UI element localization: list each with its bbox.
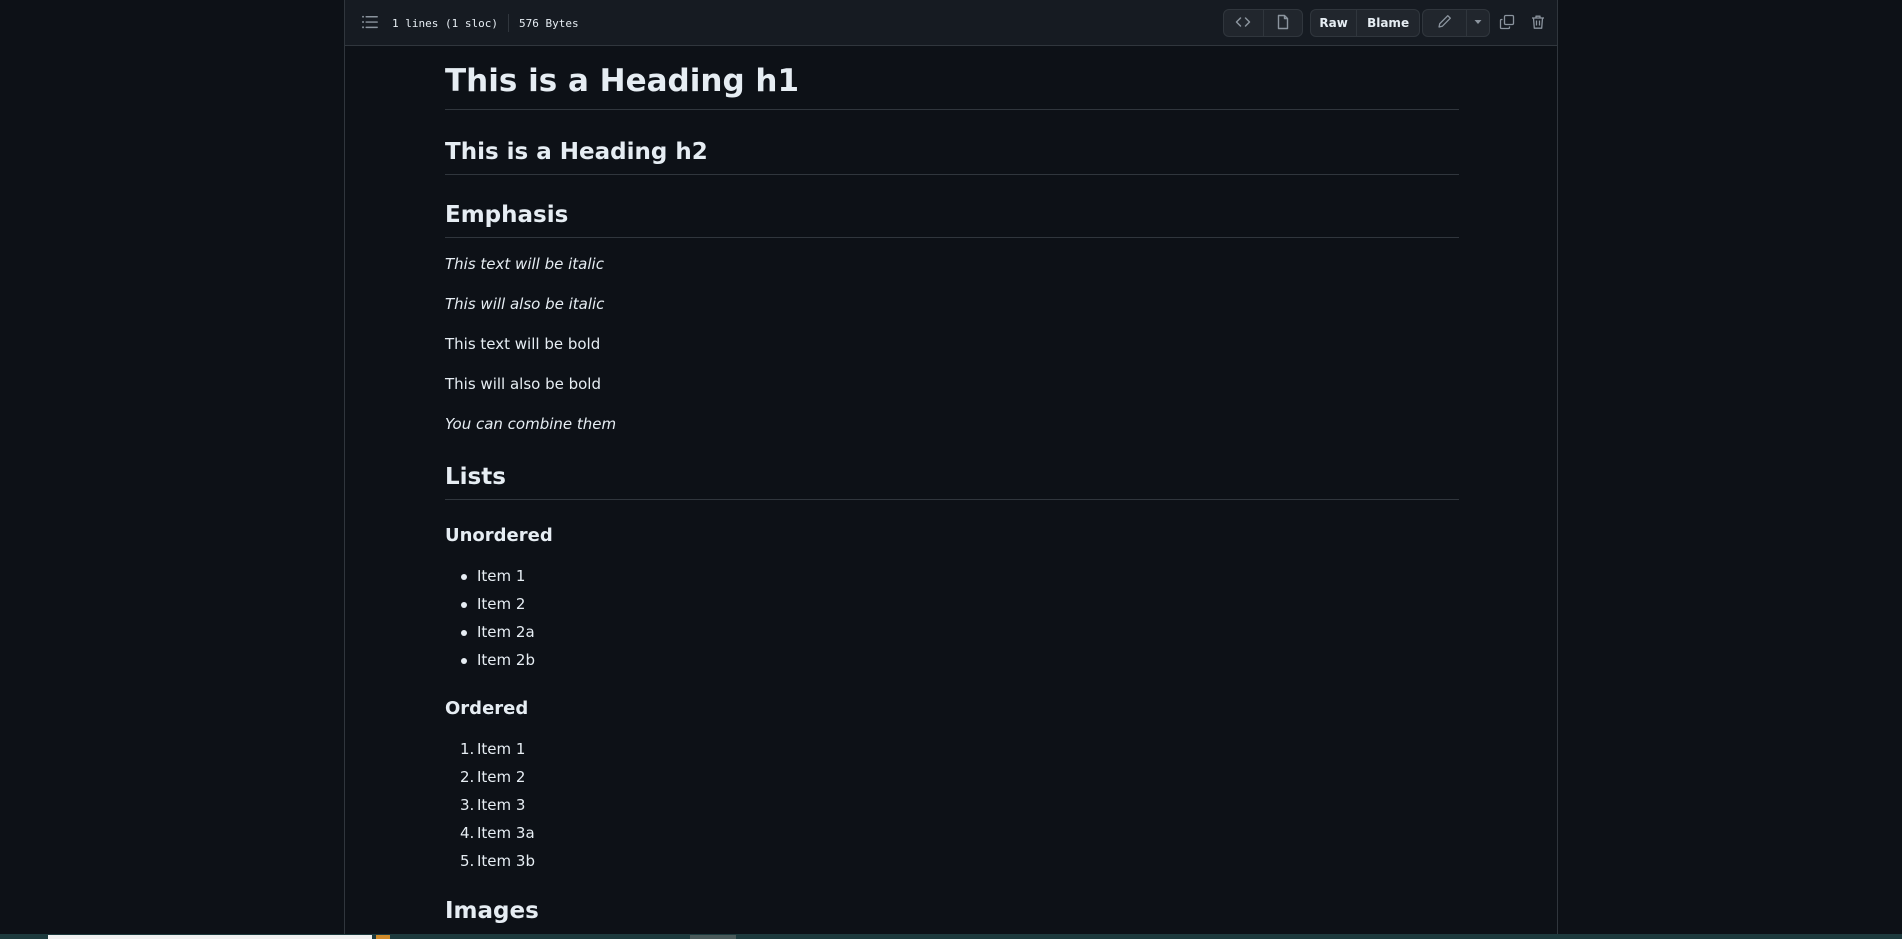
taskbar-window[interactable] — [48, 935, 372, 939]
list-number: 4. — [460, 824, 475, 842]
list-item-label: Item 1 — [477, 740, 526, 758]
raw-button[interactable]: Raw — [1311, 10, 1356, 36]
list-item-label: Item 3a — [477, 824, 535, 842]
preview-button[interactable] — [1262, 10, 1302, 36]
taskbar-app[interactable] — [376, 935, 390, 939]
list-item: 1. Item 1 — [445, 735, 535, 763]
code-view-button[interactable] — [1224, 10, 1263, 36]
blame-button[interactable]: Blame — [1356, 10, 1419, 36]
view-mode-toggle — [1223, 9, 1303, 37]
pencil-icon — [1437, 14, 1452, 32]
list-item: 2. Item 2 — [445, 763, 535, 791]
code-icon — [1235, 14, 1251, 33]
emphasis-item: This will also be italic — [445, 295, 605, 313]
images-heading: Images — [445, 898, 539, 924]
edit-group — [1422, 9, 1490, 37]
list-item: Item 1 — [445, 562, 535, 590]
copy-icon[interactable] — [1496, 11, 1518, 33]
list-item: 3. Item 3 — [445, 791, 535, 819]
edit-button[interactable] — [1423, 10, 1466, 36]
list-number: 3. — [460, 796, 475, 814]
list-item: Item 2b — [445, 646, 535, 674]
heading-h1: This is a Heading h1 — [445, 63, 1459, 111]
list-number: 2. — [460, 768, 475, 786]
heading-h2: This is a Heading h2 — [445, 138, 1459, 175]
emphasis-item: This text will be italic — [445, 255, 604, 273]
list-item: 4. Item 3a — [445, 819, 535, 847]
trash-icon[interactable] — [1527, 11, 1549, 33]
taskbar — [0, 934, 1902, 939]
raw-blame-group: Raw Blame — [1310, 9, 1420, 37]
list-item-label: Item 2 — [477, 768, 526, 786]
list-unordered-icon[interactable] — [361, 13, 379, 31]
emphasis-item: This will also be bold — [445, 375, 601, 393]
lists-heading: Lists — [445, 463, 1459, 500]
file-header: 1 lines (1 sloc) 576 Bytes Raw Blame — [345, 0, 1557, 46]
file-info: 1 lines (1 sloc) 576 Bytes — [392, 14, 579, 32]
unordered-list: Item 1 Item 2 Item 2a Item 2b — [445, 562, 535, 674]
list-item: Item 2a — [445, 618, 535, 646]
ordered-list: 1. Item 1 2. Item 2 3. Item 3 4. Item 3a 5. I… — [445, 735, 535, 875]
list-item: Item 2 — [445, 590, 535, 618]
emphasis-item: This text will be bold — [445, 335, 601, 353]
list-item-label: Item 3b — [477, 852, 535, 870]
list-item-label: Item 3 — [477, 796, 526, 814]
size-info: 576 Bytes — [518, 16, 579, 30]
triangle-down-icon — [1473, 16, 1483, 30]
list-number: 1. — [460, 740, 475, 758]
emphasis-item: You can combine them — [445, 415, 617, 433]
list-number: 5. — [460, 852, 475, 870]
unordered-heading: Unordered — [445, 525, 553, 546]
edit-dropdown-button[interactable] — [1465, 10, 1489, 36]
ordered-heading: Ordered — [445, 698, 529, 719]
lines-info: 1 lines (1 sloc) — [392, 16, 498, 30]
list-item: 5. Item 3b — [445, 847, 535, 875]
file-icon — [1275, 14, 1291, 33]
divider — [507, 14, 509, 32]
emphasis-heading: Emphasis — [445, 201, 1459, 238]
taskbar-app[interactable] — [690, 935, 736, 939]
